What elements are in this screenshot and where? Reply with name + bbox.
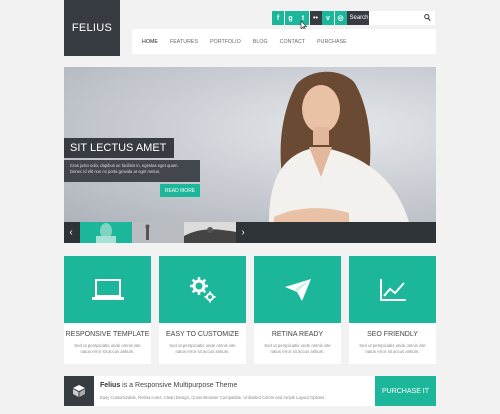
nav-item-features[interactable]: FEATURES	[170, 39, 198, 45]
feature-title: EASY TO CUSTOMIZE	[165, 331, 239, 338]
nav-item-contact[interactable]: CONTACT	[280, 39, 305, 45]
paper-plane-icon	[284, 278, 311, 301]
feature-title: SEO FRIENDLY	[367, 331, 418, 338]
google-plus-icon[interactable]: g	[284, 11, 297, 25]
slide-description: Cras justo odio, dapibus ac facilisis in…	[64, 160, 200, 182]
flickr-icon[interactable]: ••	[309, 11, 322, 25]
feature-customize[interactable]: EASY TO CUSTOMIZE Sed ut perspiciatis un…	[159, 256, 246, 364]
feature-seo[interactable]: SEO FRIENDLY Sed ut perspiciatis unde om…	[349, 256, 436, 364]
site-logo[interactable]: FELIUS	[64, 0, 120, 56]
thumbnail-2[interactable]	[132, 222, 184, 243]
feature-retina[interactable]: RETINA READY Sed ut perspiciatis unde om…	[254, 256, 341, 364]
dribbble-icon[interactable]: ◎	[334, 11, 347, 25]
promo-headline: Felius is a Responsive Multipurpose Them…	[100, 382, 238, 389]
main-nav: HOME FEATURES PORTFOLIO BLOG CONTACT PUR…	[132, 29, 436, 54]
promo-icon-box	[64, 376, 94, 406]
thumbnail-3[interactable]	[184, 222, 236, 243]
promo-bar: Felius is a Responsive Multipurpose Them…	[64, 376, 436, 406]
search-icon[interactable]	[424, 13, 431, 23]
feature-title: RETINA READY	[271, 331, 324, 338]
feature-description: Sed ut perspiciatis unde omnis iste natus…	[74, 343, 141, 354]
line-chart-icon	[379, 278, 406, 301]
thumbnail-1[interactable]	[80, 222, 132, 243]
feature-icon-box	[254, 256, 341, 323]
read-more-button[interactable]: READ MORE	[160, 184, 200, 197]
logo-text: FELIUS	[71, 22, 113, 34]
feature-description: Sed ut perspiciatis unde omnis iste natus…	[359, 343, 426, 354]
slider-next-icon[interactable]: ›	[236, 222, 250, 243]
slide-title: SIT LECTUS AMET	[64, 138, 175, 158]
hero-slider: SIT LECTUS AMET Cras justo odio, dapibus…	[64, 67, 436, 243]
slider-prev-icon[interactable]: ‹	[64, 222, 78, 243]
feature-description: Sed ut perspiciatis unde omnis iste natus…	[264, 343, 331, 354]
slider-thumbnails: ‹ ›	[64, 222, 436, 243]
gears-icon	[189, 276, 215, 302]
feature-title: RESPONSIVE TEMPLATE	[65, 331, 150, 338]
nav-item-home[interactable]: HOME	[142, 39, 158, 45]
feature-icon-box	[159, 256, 246, 323]
search-label: Search	[347, 11, 371, 25]
laptop-icon	[91, 278, 124, 300]
promo-subtext: Easy Customizable, Retina Icons, Clean D…	[100, 395, 325, 400]
cube-icon	[73, 385, 85, 397]
feature-icon-box	[349, 256, 436, 323]
search-input[interactable]	[369, 11, 435, 25]
purchase-it-button[interactable]: PURCHASE IT	[375, 376, 436, 406]
nav-item-blog[interactable]: BLOG	[253, 39, 268, 45]
feature-description: Sed ut perspiciatis unde omnis iste natus…	[169, 343, 236, 354]
facebook-icon[interactable]: f	[272, 11, 284, 25]
vimeo-icon[interactable]: v	[322, 11, 334, 25]
nav-item-purchase[interactable]: PURCHASE	[317, 39, 347, 45]
social-bar: f g t •• v ◎ Search	[272, 11, 371, 25]
nav-item-portfolio[interactable]: PORTFOLIO	[210, 39, 241, 45]
feature-responsive[interactable]: RESPONSIVE TEMPLATE Sed ut perspiciatis …	[64, 256, 151, 364]
feature-icon-box	[64, 256, 151, 323]
